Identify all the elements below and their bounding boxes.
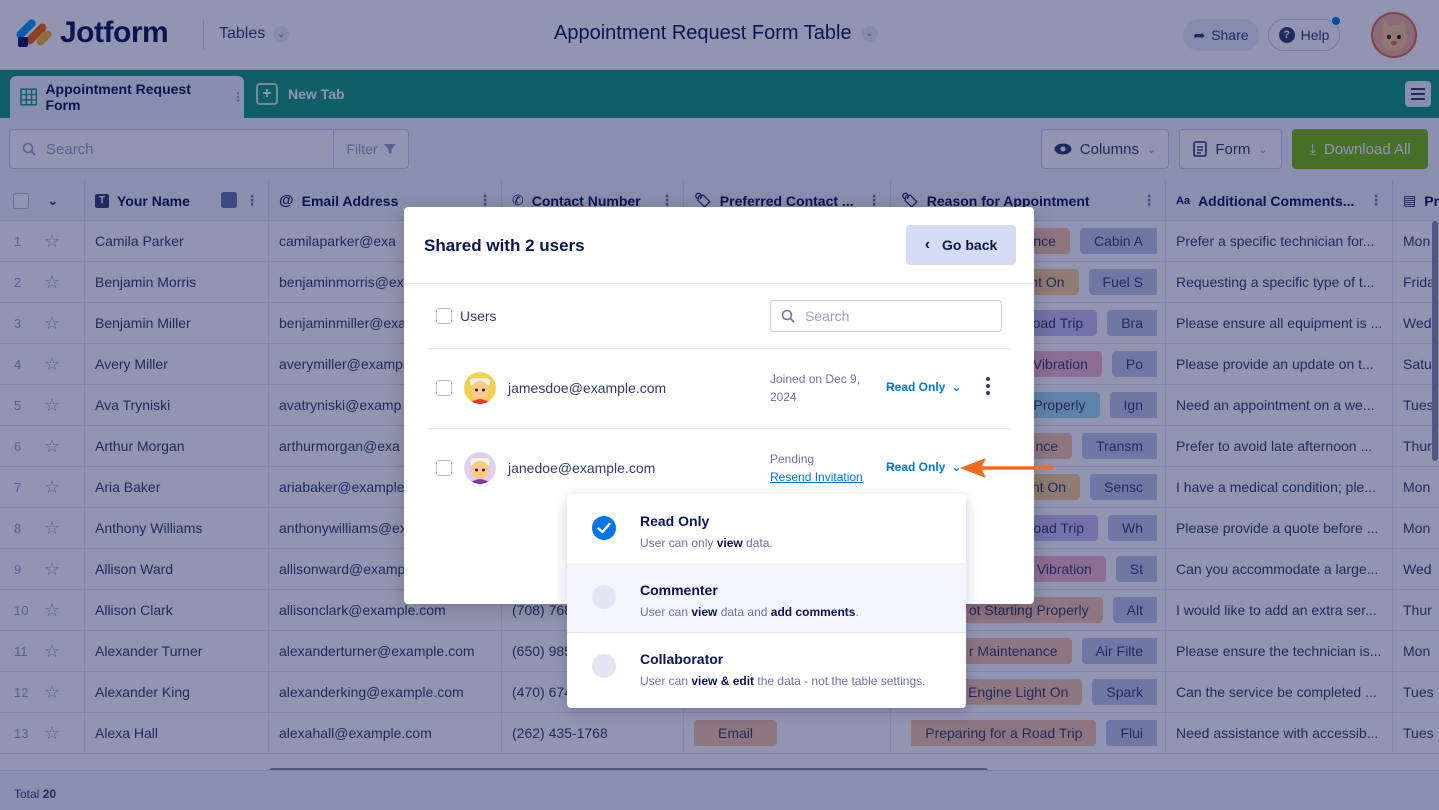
description-part: User can: [640, 674, 692, 688]
row-divider: [428, 348, 1011, 349]
user-status: Joined on Dec 9, 2024: [770, 370, 860, 406]
description-part: add comments: [770, 605, 856, 619]
status-text: 2024: [770, 390, 797, 404]
description-part: User can only: [640, 536, 717, 550]
role-option-collaborator[interactable]: Collaborator User can view & edit the dat…: [567, 632, 966, 701]
status-text: Joined on Dec 9,: [770, 372, 861, 386]
role-option-description: User can view & edit the data - not the …: [640, 674, 926, 688]
role-dropdown[interactable]: Read Only ⌄: [886, 460, 961, 474]
role-label: Read Only: [886, 460, 946, 474]
description-part: view: [716, 536, 743, 550]
role-option-description: User can view data and add comments.: [640, 605, 859, 619]
modal-title: Shared with 2 users: [424, 236, 585, 255]
resend-invitation-link[interactable]: Resend Invitation: [770, 468, 863, 486]
go-back-button[interactable]: ‹ Go back: [906, 225, 1016, 265]
user-email: jamesdoe@example.com: [508, 380, 667, 396]
select-all-users-checkbox[interactable]: [436, 308, 452, 324]
annotation-arrow-icon: [960, 458, 1054, 478]
user-checkbox[interactable]: [436, 460, 452, 476]
check-circle-icon: [592, 516, 616, 540]
user-status: Pending Resend Invitation: [770, 450, 863, 486]
user-avatar: [464, 372, 496, 404]
role-option-title: Commenter: [640, 582, 718, 598]
users-label: Users: [460, 308, 497, 324]
role-dropdown-menu: Read Only User can only view data. Comment…: [567, 494, 966, 708]
go-back-label: Go back: [942, 237, 998, 253]
user-avatar: [464, 452, 496, 484]
avatar-face-icon: [464, 372, 496, 404]
role-label: Read Only: [886, 380, 946, 394]
search-placeholder: Search: [805, 308, 850, 324]
radio-icon: [592, 654, 616, 678]
avatar-face-icon: [464, 452, 496, 484]
user-checkbox[interactable]: [436, 380, 452, 396]
description-part: the data - not the table settings.: [754, 674, 926, 688]
role-option-commenter[interactable]: Commenter User can view data and add comm…: [567, 563, 966, 632]
role-dropdown[interactable]: Read Only ⌄: [886, 380, 961, 394]
chevron-left-icon: ‹: [924, 236, 931, 253]
user-options-icon[interactable]: [986, 377, 990, 395]
user-search-input[interactable]: Search: [770, 300, 1002, 332]
description-part: data and: [717, 605, 771, 619]
chevron-down-icon: ⌄: [951, 380, 962, 394]
modal-divider: [404, 283, 1034, 284]
role-option-title: Collaborator: [640, 651, 724, 667]
radio-icon: [592, 585, 616, 609]
user-email: janedoe@example.com: [508, 460, 656, 476]
role-option-title: Read Only: [640, 513, 710, 529]
description-part: view: [691, 605, 718, 619]
role-option-description: User can only view data.: [640, 536, 773, 550]
role-option-read-only[interactable]: Read Only User can only view data.: [567, 494, 966, 563]
status-text: Pending: [770, 452, 815, 466]
user-row: jamesdoe@example.com: [436, 368, 666, 408]
search-icon: [781, 309, 795, 323]
description-part: .: [855, 605, 859, 619]
users-select-all[interactable]: Users: [436, 308, 497, 324]
row-divider: [428, 428, 1011, 429]
description-part: data.: [742, 536, 773, 550]
description-part: User can: [640, 605, 692, 619]
user-row: janedoe@example.com: [436, 448, 655, 488]
description-part: view & edit: [691, 674, 755, 688]
